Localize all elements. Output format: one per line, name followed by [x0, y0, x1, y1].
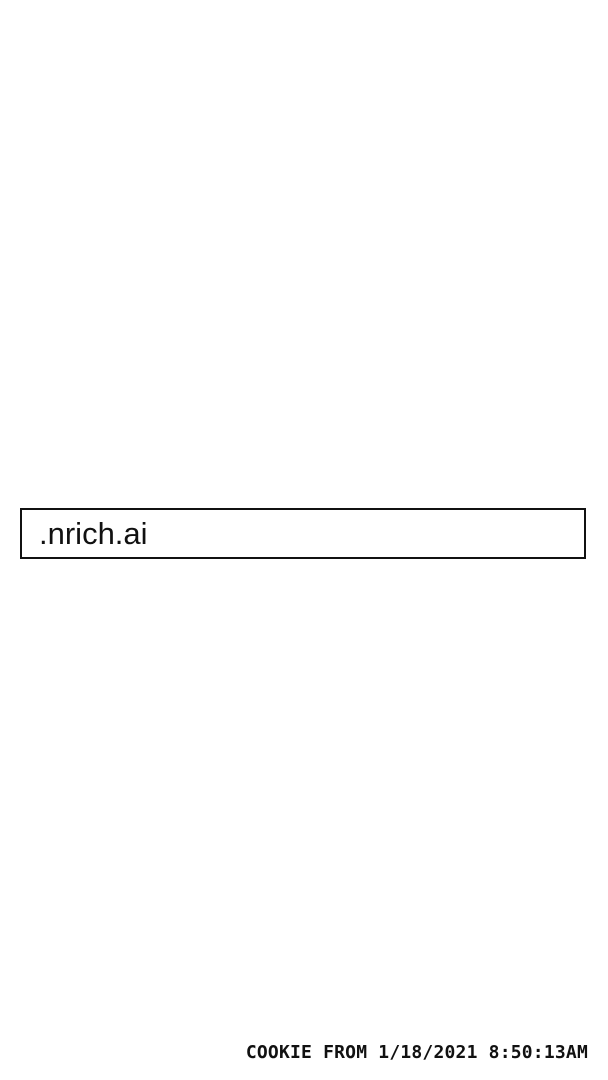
- page-root: .nrich.ai COOKIE FROM 1/18/2021 8:50:13A…: [0, 0, 608, 1080]
- domain-text: .nrich.ai: [39, 516, 148, 551]
- cookie-timestamp-label: COOKIE FROM 1/18/2021 8:50:13AM: [245, 1042, 588, 1063]
- domain-display-box: .nrich.ai: [20, 508, 586, 559]
